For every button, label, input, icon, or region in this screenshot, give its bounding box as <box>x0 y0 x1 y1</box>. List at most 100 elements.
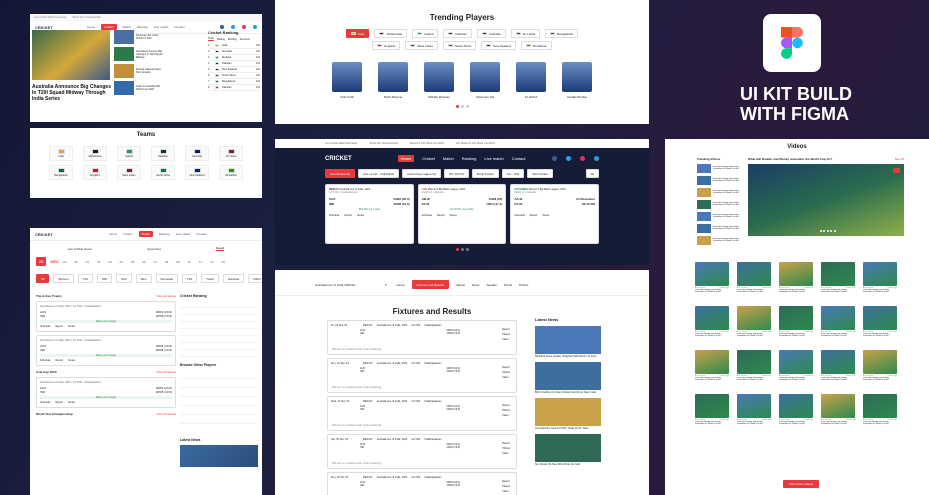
side-news-item[interactable]: India vs Australia ODI World Cup 2023 <box>114 81 168 95</box>
fixture-row[interactable]: Sun, 03 Oct '23 RESULT Australia tour of I… <box>327 472 517 495</box>
match-link[interactable]: Series <box>542 214 549 217</box>
match-link[interactable]: Schedule <box>40 325 50 328</box>
match-link[interactable]: Schedule <box>329 214 339 217</box>
play-icon[interactable] <box>893 168 900 173</box>
video-card[interactable]: Aus vs Eng 2 mins ago What will Rudder and… <box>779 306 813 338</box>
fixture-link[interactable]: Video <box>502 338 510 341</box>
filter-chip[interactable]: T20 <box>77 274 93 283</box>
country-pill[interactable]: New Zealand <box>481 41 516 50</box>
fixture-link[interactable]: Report <box>502 404 510 407</box>
day-item[interactable]: 13 <box>222 260 225 264</box>
tab-team[interactable]: Team <box>208 37 215 41</box>
fixture-link[interactable]: Report <box>502 480 510 483</box>
country-pill[interactable]: India <box>345 29 370 38</box>
player-card[interactable]: KL Rahul <box>516 62 546 99</box>
player-card[interactable]: Shikhar Dhawan <box>424 62 454 99</box>
topbar-link[interactable]: World Test Championship <box>72 16 100 19</box>
match-link[interactable]: Series <box>68 359 75 362</box>
filter-chip[interactable]: Domestic <box>155 274 179 283</box>
hero-filter[interactable]: Live Scores (5) <box>325 169 356 178</box>
nav-home[interactable]: Home <box>109 232 117 236</box>
fixture-row[interactable]: Wed, 27 Sep '23 RESULT Australia tour of I… <box>327 396 517 431</box>
fixture-row[interactable]: Sun, 24 Sep '23 RESULT Australia tour of I… <box>327 358 517 393</box>
dot[interactable] <box>460 248 464 251</box>
match-link[interactable]: Schedule <box>514 214 524 217</box>
nav-cricket[interactable]: Cricket <box>123 232 132 236</box>
date-selected[interactable]: 28 <box>36 257 47 266</box>
trending-video-item[interactable]: What will Rudder and Moody remember the … <box>697 236 747 245</box>
fixture-row[interactable]: Fri, 22 Sep '23 RESULT Australia tour of I… <box>327 320 517 355</box>
match-link[interactable]: Report <box>437 214 445 217</box>
filter-chip[interactable]: ODI <box>96 274 113 283</box>
day-item[interactable]: 06 <box>142 260 145 264</box>
filter-chip[interactable]: Youth <box>201 274 219 283</box>
video-card[interactable]: Aus vs Eng 2 mins ago What will Rudder and… <box>863 262 897 294</box>
filter-chip[interactable]: Men <box>135 274 152 283</box>
side-news-item[interactable]: Australia Announce Big Changes In T20I S… <box>114 47 168 61</box>
fixtures-tab[interactable]: Photos <box>519 283 528 287</box>
dot[interactable] <box>465 105 469 108</box>
match-link[interactable]: Series <box>68 325 75 328</box>
telegram-icon[interactable] <box>594 156 599 161</box>
logo[interactable]: CRICKET <box>325 156 352 162</box>
twitter-icon[interactable] <box>231 25 235 29</box>
nav-cricket[interactable]: Cricket <box>422 156 434 161</box>
day-item[interactable]: 07 <box>154 260 157 264</box>
day-item[interactable]: 08 <box>165 260 168 264</box>
match-link[interactable]: Schedule <box>422 214 432 217</box>
video-card[interactable]: Aus vs Eng 2 mins ago What will Rudder and… <box>779 262 813 294</box>
video-card[interactable]: Aus vs Eng 2 mins ago What will Rudder and… <box>779 350 813 382</box>
topbar-link[interactable]: Women's T20 World Cup 2023 <box>410 142 444 145</box>
hero-filter[interactable]: SA – ODI <box>501 169 525 178</box>
fixture-link[interactable]: Report <box>502 328 510 331</box>
team-tile[interactable]: New Zealand <box>185 165 209 180</box>
day-item[interactable]: 03 <box>108 260 111 264</box>
team-tile[interactable]: Ireland <box>117 146 141 161</box>
day-item[interactable]: 02 <box>97 260 100 264</box>
fixture-link[interactable]: Photos <box>502 371 510 374</box>
topbar-link[interactable]: Live Cricket Match Exchange <box>325 142 357 145</box>
hero-filter[interactable]: IPL T20 (3) <box>444 169 469 178</box>
filter-chip[interactable]: Test <box>116 274 132 283</box>
facebook-icon[interactable] <box>552 156 557 161</box>
day-item[interactable]: 04 <box>120 260 123 264</box>
fixture-link[interactable]: Photos <box>502 333 510 336</box>
country-pill[interactable]: Sri Lanka <box>510 29 541 38</box>
logo[interactable]: CRICKET <box>35 232 53 237</box>
match-link[interactable]: Series <box>68 401 75 404</box>
fixture-row[interactable]: Sat, 30 Sep '23 RESULT Australia tour of I… <box>327 434 517 469</box>
topbar-link[interactable]: Live Cricket Match Exchange <box>34 16 66 19</box>
hero-news-image[interactable] <box>32 30 110 80</box>
fixtures-tab[interactable]: Fixtures and Results <box>411 280 449 289</box>
country-pill[interactable]: Ireland <box>412 29 439 38</box>
dot[interactable] <box>460 105 464 108</box>
nav-contact[interactable]: Contact <box>174 25 184 29</box>
video-card[interactable]: Aus vs Eng 2 mins ago What will Rudder and… <box>821 262 855 294</box>
fixtures-tab[interactable]: News <box>472 283 480 287</box>
video-card[interactable]: Aus vs Eng 2 mins ago What will Rudder and… <box>737 306 771 338</box>
see-all-link[interactable]: See All <box>895 157 904 161</box>
trending-video-item[interactable]: What will Rudder and Moody remember the … <box>697 224 747 233</box>
nav-match[interactable]: Match <box>123 25 131 29</box>
tab-batting[interactable]: Batting <box>217 38 225 41</box>
country-pill[interactable]: Pakistan <box>443 29 472 38</box>
filter-chip[interactable]: Hundred <box>222 274 245 283</box>
tab-allround[interactable]: All-round <box>240 38 250 41</box>
country-pill[interactable]: Bangladesh <box>545 29 579 38</box>
tab-bowling[interactable]: Bowling <box>228 38 237 41</box>
hero-match-card[interactable]: LIVE Women's Big Bash League, 2023 Match … <box>417 184 507 244</box>
hero-headline[interactable]: Australia Announce Big Changes In T20I S… <box>32 84 112 102</box>
video-card[interactable]: Aus vs Eng 2 mins ago What will Rudder and… <box>863 350 897 382</box>
nav-match[interactable]: Match <box>138 231 153 237</box>
country-pill[interactable]: Australia <box>476 29 506 38</box>
side-news-item[interactable]: Shubman Gill, Ishan Kishan in ODI <box>114 30 168 44</box>
match-link[interactable]: Report <box>55 401 63 404</box>
video-card[interactable]: Aus vs Eng 2 mins ago What will Rudder and… <box>821 306 855 338</box>
hero-match-card[interactable]: RESULT Australia tour of India, 2023 1st … <box>325 184 414 244</box>
player-card[interactable]: Shubman Gill <box>470 62 500 99</box>
logo[interactable]: CRICKET <box>35 25 53 30</box>
video-card[interactable]: Aus vs Eng 2 mins ago What will Rudder and… <box>695 350 729 382</box>
match-link[interactable]: Series <box>357 214 364 217</box>
video-card[interactable]: Aus vs Eng 2 mins ago What will Rudder and… <box>695 394 729 426</box>
fixture-link[interactable]: Video <box>502 376 510 379</box>
